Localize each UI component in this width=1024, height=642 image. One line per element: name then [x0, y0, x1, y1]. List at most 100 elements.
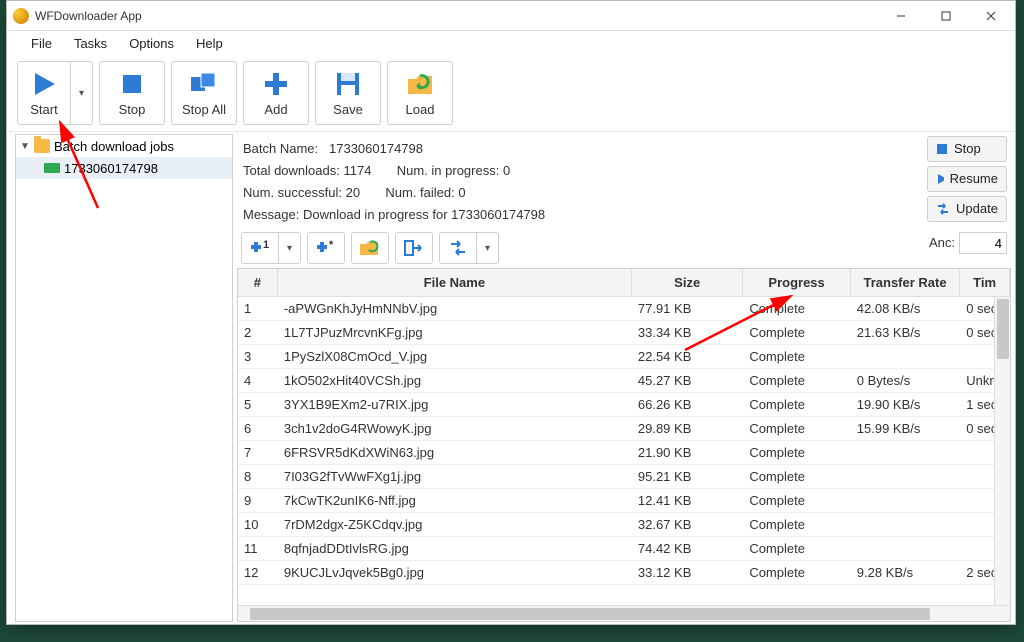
table-body[interactable]: 1-aPWGnKhJyHmNNbV.jpg77.91 KBComplete42.…: [238, 297, 1010, 605]
col-time[interactable]: Tim: [960, 269, 1010, 296]
tree-batch-item[interactable]: 1733060174798: [16, 157, 232, 179]
cell-size: 22.54 KB: [632, 349, 743, 364]
batch-stop-button[interactable]: Stop: [927, 136, 1007, 162]
downloads-table: # File Name Size Progress Transfer Rate …: [237, 268, 1011, 622]
horizontal-scroll-thumb[interactable]: [250, 608, 930, 620]
maximize-button[interactable]: [923, 1, 968, 31]
table-row[interactable]: 21L7TJPuzMrcvnKFg.jpg33.34 KBComplete21.…: [238, 321, 1010, 345]
start-button[interactable]: Start: [17, 61, 71, 125]
cell-num: 3: [238, 349, 278, 364]
cell-num: 2: [238, 325, 278, 340]
col-num[interactable]: #: [238, 269, 278, 296]
cell-rate: 9.28 KB/s: [851, 565, 960, 580]
folder-icon: [34, 139, 50, 153]
cell-filename: 1PySzlX08CmOcd_V.jpg: [278, 349, 632, 364]
table-row[interactable]: 97kCwTK2unIK6-Nff.jpg12.41 KBComplete: [238, 489, 1010, 513]
cell-num: 9: [238, 493, 278, 508]
col-rate[interactable]: Transfer Rate: [851, 269, 960, 296]
col-size[interactable]: Size: [632, 269, 743, 296]
menu-help[interactable]: Help: [186, 34, 233, 53]
cell-size: 33.12 KB: [632, 565, 743, 580]
table-row[interactable]: 118qfnjadDDtIvlsRG.jpg74.42 KBComplete: [238, 537, 1010, 561]
table-row[interactable]: 41kO502xHit40VCSh.jpg45.27 KBComplete0 B…: [238, 369, 1010, 393]
content-area: ▼ Batch download jobs 1733060174798 Batc…: [7, 132, 1015, 624]
failed-label: Num. failed:: [385, 185, 454, 200]
cell-filename: 3YX1B9EXm2-u7RIX.jpg: [278, 397, 632, 412]
stop-all-label: Stop All: [182, 102, 226, 117]
table-row[interactable]: 129KUCJLvJqvek5Bg0.jpg33.12 KBComplete9.…: [238, 561, 1010, 585]
tree-batch-label: 1733060174798: [64, 161, 158, 176]
cell-filename: 7I03G2fTvWwFXg1j.jpg: [278, 469, 632, 484]
batch-update-button[interactable]: Update: [927, 196, 1007, 222]
table-row[interactable]: 87I03G2fTvWwFXg1j.jpg95.21 KBComplete: [238, 465, 1010, 489]
caret-down-icon[interactable]: ▼: [20, 141, 30, 152]
add-many-button[interactable]: *: [307, 232, 345, 264]
refresh-button[interactable]: [439, 232, 477, 264]
sub-toolbar: 1 ▾ * ▾: [237, 228, 1011, 268]
total-downloads-value: 1174: [343, 163, 371, 178]
table-row[interactable]: 76FRSVR5dKdXWiN63.jpg21.90 KBComplete: [238, 441, 1010, 465]
table-row[interactable]: 107rDM2dgx-Z5KCdqv.jpg32.67 KBComplete: [238, 513, 1010, 537]
table-row[interactable]: 53YX1B9EXm2-u7RIX.jpg66.26 KBComplete19.…: [238, 393, 1010, 417]
vertical-scrollbar[interactable]: [994, 297, 1010, 605]
batch-action-buttons: Stop Resume Update: [927, 136, 1007, 222]
add-one-button[interactable]: 1: [241, 232, 279, 264]
stop-icon: [118, 70, 146, 98]
cell-num: 1: [238, 301, 278, 316]
batch-details: Batch Name: 1733060174798 Total download…: [237, 134, 1011, 228]
start-label: Start: [30, 102, 57, 117]
add-button[interactable]: Add: [243, 61, 309, 125]
close-button[interactable]: [968, 1, 1013, 31]
stop-button[interactable]: Stop: [99, 61, 165, 125]
app-icon: [13, 8, 29, 24]
cell-num: 6: [238, 421, 278, 436]
sidebar-tree[interactable]: ▼ Batch download jobs 1733060174798: [15, 134, 233, 622]
stop-all-button[interactable]: Stop All: [171, 61, 237, 125]
col-name[interactable]: File Name: [278, 269, 632, 296]
save-icon: [334, 70, 362, 98]
cell-filename: 6FRSVR5dKdXWiN63.jpg: [278, 445, 632, 460]
export-button[interactable]: [395, 232, 433, 264]
table-row[interactable]: 1-aPWGnKhJyHmNNbV.jpg77.91 KBComplete42.…: [238, 297, 1010, 321]
cell-rate: 42.08 KB/s: [851, 301, 960, 316]
add-label: Add: [264, 102, 287, 117]
start-dropdown[interactable]: ▾: [71, 61, 93, 125]
save-label: Save: [333, 102, 363, 117]
folder-open-icon: [359, 239, 381, 257]
refresh-dropdown[interactable]: ▾: [477, 232, 499, 264]
batch-resume-button[interactable]: Resume: [927, 166, 1007, 192]
play-icon: [936, 173, 944, 185]
add-one-dropdown[interactable]: ▾: [279, 232, 301, 264]
anc-input[interactable]: [959, 232, 1007, 254]
cell-progress: Complete: [743, 373, 850, 388]
refresh-icon: [448, 239, 468, 257]
tree-root[interactable]: ▼ Batch download jobs: [16, 135, 232, 157]
menu-file[interactable]: File: [21, 34, 62, 53]
batch-icon: [44, 163, 60, 173]
cell-rate: 19.90 KB/s: [851, 397, 960, 412]
successful-label: Num. successful:: [243, 185, 342, 200]
menu-options[interactable]: Options: [119, 34, 184, 53]
table-row[interactable]: 63ch1v2doG4RWowyK.jpg29.89 KBComplete15.…: [238, 417, 1010, 441]
save-button[interactable]: Save: [315, 61, 381, 125]
open-folder-button[interactable]: [351, 232, 389, 264]
minimize-button[interactable]: [878, 1, 923, 31]
cell-progress: Complete: [743, 421, 850, 436]
load-button[interactable]: Load: [387, 61, 453, 125]
message-label: Message:: [243, 207, 299, 222]
anc-label: Anc:: [929, 232, 955, 254]
horizontal-scrollbar[interactable]: [238, 605, 1010, 621]
update-icon: [936, 203, 950, 215]
cell-num: 5: [238, 397, 278, 412]
col-progress[interactable]: Progress: [743, 269, 850, 296]
vertical-scroll-thumb[interactable]: [997, 299, 1009, 359]
cell-progress: Complete: [743, 517, 850, 532]
menu-tasks[interactable]: Tasks: [64, 34, 117, 53]
table-row[interactable]: 31PySzlX08CmOcd_V.jpg22.54 KBComplete: [238, 345, 1010, 369]
batch-name-label: Batch Name:: [243, 141, 318, 156]
cell-size: 74.42 KB: [632, 541, 743, 556]
successful-value: 20: [346, 185, 360, 200]
cell-filename: -aPWGnKhJyHmNNbV.jpg: [278, 301, 632, 316]
cell-size: 45.27 KB: [632, 373, 743, 388]
tree-root-label: Batch download jobs: [54, 139, 174, 154]
